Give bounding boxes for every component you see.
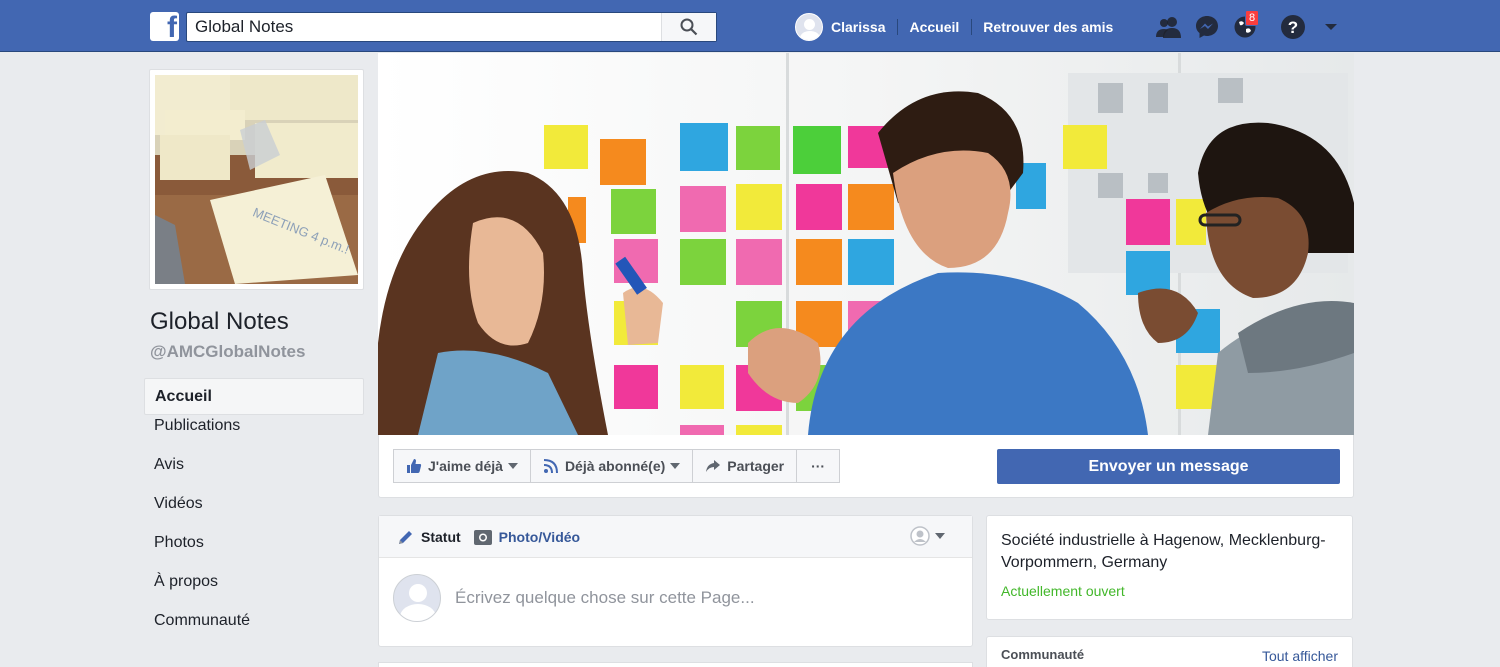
- sidebar-item-communaute[interactable]: Communauté: [144, 612, 364, 651]
- like-button[interactable]: J'aime déjà: [393, 449, 531, 483]
- share-arrow-icon: [706, 460, 721, 472]
- sidebar-item-avis[interactable]: Avis: [144, 456, 364, 495]
- friend-requests-icon[interactable]: [1150, 10, 1188, 44]
- post-as-selector[interactable]: [910, 526, 946, 546]
- cover-photo[interactable]: [378, 53, 1354, 435]
- like-chevron-down-icon: [507, 463, 518, 469]
- more-options-icon: ···: [811, 458, 826, 474]
- share-button[interactable]: Partager: [692, 449, 798, 483]
- search-button[interactable]: [661, 13, 716, 41]
- profile-picture: MEETING 4 p.m.!: [155, 75, 358, 284]
- page-handle[interactable]: @AMCGlobalNotes: [150, 342, 305, 362]
- search-box: [186, 12, 717, 42]
- composer-body: [379, 558, 972, 646]
- follow-chevron-down-icon: [670, 463, 681, 469]
- svg-text:?: ?: [1288, 18, 1298, 37]
- tab-photo-video-label: Photo/Vidéo: [498, 528, 581, 545]
- post-composer: Statut Photo/Vidéo: [378, 515, 973, 647]
- sticky-notes-image: MEETING 4 p.m.!: [155, 75, 358, 284]
- page-action-bar: J'aime déjà Déjà abonné(e) Partager ··· …: [378, 435, 1354, 498]
- community-see-all-link[interactable]: Tout afficher: [1262, 648, 1338, 664]
- account-menu-chevron-down-icon[interactable]: [1312, 10, 1350, 44]
- post-as-chevron-down-icon: [935, 533, 945, 539]
- sidebar-item-accueil[interactable]: Accueil: [144, 378, 364, 415]
- sidebar-item-a-propos[interactable]: À propos: [144, 573, 364, 612]
- open-status: Actuellement ouvert: [1001, 583, 1125, 599]
- top-navigation-bar: f Clarissa Accueil Retrouver des amis 8 …: [0, 0, 1500, 52]
- cover-photo-image: [378, 53, 1354, 435]
- nav-icons: 8 ?: [1150, 10, 1350, 44]
- tab-status-label: Statut: [421, 528, 461, 545]
- sidebar-item-publications[interactable]: Publications: [144, 417, 364, 456]
- composer-input[interactable]: [455, 588, 935, 608]
- nav-links: Clarissa Accueil Retrouver des amis: [795, 12, 1125, 42]
- send-message-button[interactable]: Envoyer un message: [997, 449, 1340, 484]
- page-info-card: Société industrielle à Hagenow, Mecklenb…: [986, 515, 1353, 620]
- nav-home-link[interactable]: Accueil: [897, 12, 971, 42]
- follow-button-label: Déjà abonné(e): [564, 458, 666, 474]
- thumbs-up-icon: [407, 459, 422, 473]
- community-title: Communauté: [1001, 647, 1085, 662]
- tab-status[interactable]: Statut: [397, 528, 461, 546]
- help-icon[interactable]: ?: [1274, 10, 1312, 44]
- post-as-avatar-icon: [910, 526, 930, 546]
- page-action-buttons: J'aime déjà Déjà abonné(e) Partager ···: [393, 449, 841, 483]
- facebook-logo-icon[interactable]: f: [150, 12, 179, 41]
- community-card: Communauté Tout afficher: [986, 636, 1353, 667]
- pencil-icon: [399, 530, 412, 544]
- feed-next-card: [378, 662, 973, 667]
- notification-badge: 8: [1245, 10, 1260, 26]
- rss-icon: [543, 459, 558, 474]
- like-button-label: J'aime déjà: [428, 458, 503, 474]
- follow-button[interactable]: Déjà abonné(e): [529, 449, 694, 483]
- page-title[interactable]: Global Notes: [150, 308, 289, 336]
- user-avatar[interactable]: [795, 13, 823, 41]
- tab-photo-video[interactable]: Photo/Vidéo: [473, 528, 580, 546]
- messenger-icon[interactable]: [1188, 10, 1226, 44]
- sidebar-item-photos[interactable]: Photos: [144, 534, 364, 573]
- share-button-label: Partager: [727, 458, 785, 474]
- search-input[interactable]: [187, 13, 661, 41]
- camera-icon: [473, 529, 492, 545]
- profile-picture-frame[interactable]: MEETING 4 p.m.!: [149, 69, 364, 290]
- page-sidebar-nav: Accueil Publications Avis Vidéos Photos …: [144, 378, 364, 651]
- nav-user-name[interactable]: Clarissa: [823, 12, 897, 42]
- page-description: Société industrielle à Hagenow, Mecklenb…: [1001, 532, 1326, 571]
- nav-find-friends-link[interactable]: Retrouver des amis: [971, 12, 1125, 42]
- sidebar-item-videos[interactable]: Vidéos: [144, 495, 364, 534]
- composer-avatar: [393, 574, 441, 622]
- more-options-button[interactable]: ···: [796, 449, 841, 483]
- notifications-globe-icon[interactable]: 8: [1226, 10, 1264, 44]
- composer-tabs: Statut Photo/Vidéo: [379, 516, 972, 558]
- search-icon: [680, 18, 698, 36]
